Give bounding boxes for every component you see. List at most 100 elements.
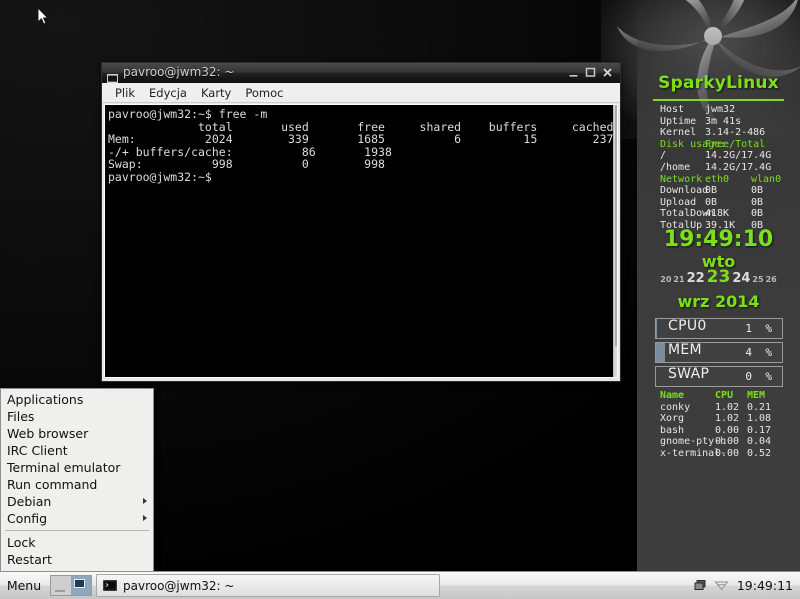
mouse-cursor [38,8,50,26]
process-name: bash [637,425,715,437]
sysinfo-label: Download [637,185,705,197]
sysinfo-label: Host [637,104,705,116]
pager-window-marker [74,579,85,588]
meter-swap-label: SWAP [668,369,709,381]
windows-stack-icon[interactable] [693,578,708,593]
process-row: x-terminal-0.000.52 [637,448,800,460]
sysinfo-row: TotalDown418K0B [637,208,800,220]
sysinfo-value-1: 0B [705,197,751,209]
meter-mem-value: 4 [745,347,752,359]
process-header-mem: MEM [747,390,777,402]
pager-desktop-2[interactable] [71,576,91,595]
terminal-icon [107,68,118,77]
maximize-button[interactable] [584,66,597,79]
menu-item-debian[interactable]: Debian [1,493,153,510]
menu-item-irc-client[interactable]: IRC Client [1,442,153,459]
process-header-name: Name [637,390,715,402]
calendar-day-today: 23 [707,272,731,284]
menu-karty[interactable]: Karty [194,85,238,101]
root-menu[interactable]: Applications Files Web browser IRC Clien… [0,388,154,588]
menu-item-web-browser[interactable]: Web browser [1,425,153,442]
taskbar-menu-label: Menu [7,578,41,593]
process-row: Xorg1.021.08 [637,413,800,425]
minimize-button[interactable] [567,66,580,79]
menu-item-files[interactable]: Files [1,408,153,425]
meter-cpu0: CPU0 1 % [655,318,783,339]
taskbar-task-terminal[interactable]: pavroo@jwm32: ~ [96,574,440,597]
sysinfo-value: 14.2G/17.4G [705,150,799,162]
calendar-day: 20 [660,274,671,286]
process-row: conky1.020.21 [637,402,800,414]
sysinfo-label: /home [637,162,705,174]
menu-item-label: Applications [7,392,83,407]
sysinfo-value-2: wlan0 [751,174,791,186]
menu-item-config[interactable]: Config [1,510,153,527]
menu-item-label: Config [7,511,47,526]
sysinfo-value: 14.2G/17.4G [705,162,799,174]
meter-cpu0-value: 1 [745,323,752,335]
menu-plik[interactable]: Plik [108,85,142,101]
menu-edycja[interactable]: Edycja [142,85,194,101]
taskbar-clock[interactable]: 19:49:11 [735,572,800,599]
terminal-icon [103,580,117,591]
menu-item-run-command[interactable]: Run command [1,476,153,493]
process-cpu: 0.00 [715,436,747,448]
sysinfo-label: Upload [637,197,705,209]
taskbar-task-label: pavroo@jwm32: ~ [123,579,234,593]
process-cpu: 0.00 [715,425,747,437]
process-mem: 0.17 [747,425,777,437]
process-row: gnome-pty-h0.000.04 [637,436,800,448]
sysinfo-value: jwm32 [705,104,799,116]
sysinfo-label: Uptime [637,116,705,128]
taskbar-window-list: pavroo@jwm32: ~ [94,572,693,599]
meter-mem: MEM 4 % [655,342,783,363]
sysinfo-value: 3m 41s [705,116,799,128]
menu-pomoc[interactable]: Pomoc [238,85,290,101]
sysinfo-label: / [637,150,705,162]
meter-swap: SWAP 0 % [655,366,783,387]
menu-item-applications[interactable]: Applications [1,391,153,408]
desktop-background[interactable]: SparkyLinux Hostjwm32 Uptime3m 41s Kerne… [0,0,800,572]
close-button[interactable] [601,66,614,79]
meter-swap-unit: % [765,371,772,383]
calendar-day: 25 [752,274,763,286]
menu-item-restart[interactable]: Restart [1,551,153,568]
calendar-day: 26 [766,274,777,286]
sysinfo-row: Hostjwm32 [637,104,800,116]
sysinfo-row: Disk usage:Free/Total [637,139,800,151]
terminal-menubar[interactable]: Plik Edycja Karty Pomoc [102,83,620,103]
sysinfo-value: 3.14-2-486 [705,127,799,139]
calendar-day: 24 [732,273,750,285]
menu-item-label: Web browser [7,426,88,441]
process-mem: 0.21 [747,402,777,414]
clock-time: 19:49:10 [637,228,800,252]
terminal-output[interactable]: pavroo@jwm32:~$ free -m total used free … [105,105,613,377]
menu-item-lock[interactable]: Lock [1,534,153,551]
menu-item-terminal-emulator[interactable]: Terminal emulator [1,459,153,476]
process-cpu: 0.00 [715,448,747,460]
terminal-scrollbar[interactable] [613,105,617,377]
sysinfo-value-1: 0B [705,185,751,197]
conky-title-underline [653,99,784,101]
clock-month-year: wrz 2014 [637,292,800,312]
menu-item-label: Run command [7,477,97,492]
sysinfo-label: Network [637,174,705,186]
terminal-titlebar[interactable]: pavroo@jwm32: ~ [102,63,620,83]
pager-desktop-1[interactable] [51,576,71,595]
sysinfo-row: Uptime3m 41s [637,116,800,128]
process-header-cpu: CPU [715,390,747,402]
taskbar-menu-button[interactable]: Menu [0,572,48,599]
process-name: conky [637,402,715,414]
process-mem: 1.08 [747,413,777,425]
terminal-window[interactable]: pavroo@jwm32: ~ Plik Edycja Karty Pomoc … [101,62,621,382]
sysinfo-label: TotalDown [637,208,705,220]
network-wifi-icon[interactable] [714,578,729,593]
process-mem: 0.04 [747,436,777,448]
desktop-pager[interactable] [50,575,92,596]
terminal-body[interactable]: pavroo@jwm32:~$ free -m total used free … [104,104,618,378]
sysinfo-label: Disk usage: [637,139,705,151]
sysinfo-label: Kernel [637,127,705,139]
submenu-arrow-icon [143,515,147,521]
process-table-header: Name CPU MEM [637,390,800,402]
terminal-scrollbar-thumb[interactable] [615,105,617,346]
